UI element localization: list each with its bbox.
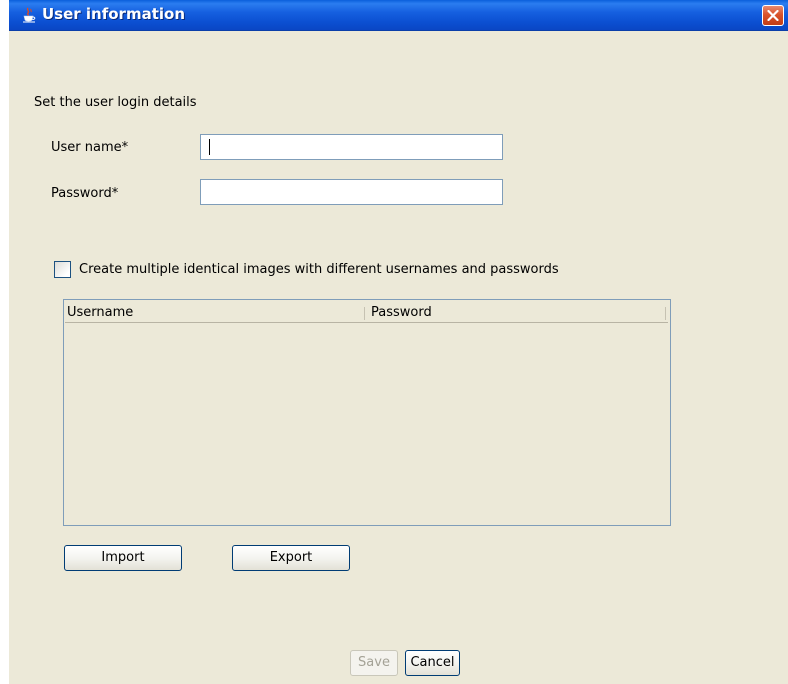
multiple-images-checkbox-label[interactable]: Create multiple identical images with di…	[79, 262, 559, 277]
close-button[interactable]	[762, 5, 784, 26]
java-cup-icon	[21, 7, 37, 23]
title-bar[interactable]: User information	[9, 0, 788, 31]
section-heading: Set the user login details	[34, 95, 197, 110]
export-button[interactable]: Export	[232, 545, 350, 571]
column-divider[interactable]	[665, 307, 666, 320]
username-field[interactable]	[200, 134, 503, 160]
username-label: User name*	[51, 140, 129, 155]
multiple-images-checkbox[interactable]	[54, 261, 71, 278]
user-information-dialog: User information Set the user login deta…	[9, 0, 788, 684]
password-label: Password*	[51, 186, 119, 201]
import-button[interactable]: Import	[64, 545, 182, 571]
window-title: User information	[42, 5, 185, 23]
column-divider[interactable]	[364, 307, 365, 320]
cancel-button[interactable]: Cancel	[405, 650, 460, 676]
table-body[interactable]	[65, 324, 669, 524]
column-header-password[interactable]: Password	[371, 305, 432, 320]
text-caret	[209, 139, 210, 155]
column-header-username[interactable]: Username	[67, 305, 133, 320]
password-field[interactable]	[200, 179, 503, 205]
save-button[interactable]: Save	[350, 650, 398, 676]
credentials-table[interactable]: Username Password	[63, 299, 671, 526]
close-icon	[767, 10, 779, 21]
table-header: Username Password	[65, 305, 668, 323]
